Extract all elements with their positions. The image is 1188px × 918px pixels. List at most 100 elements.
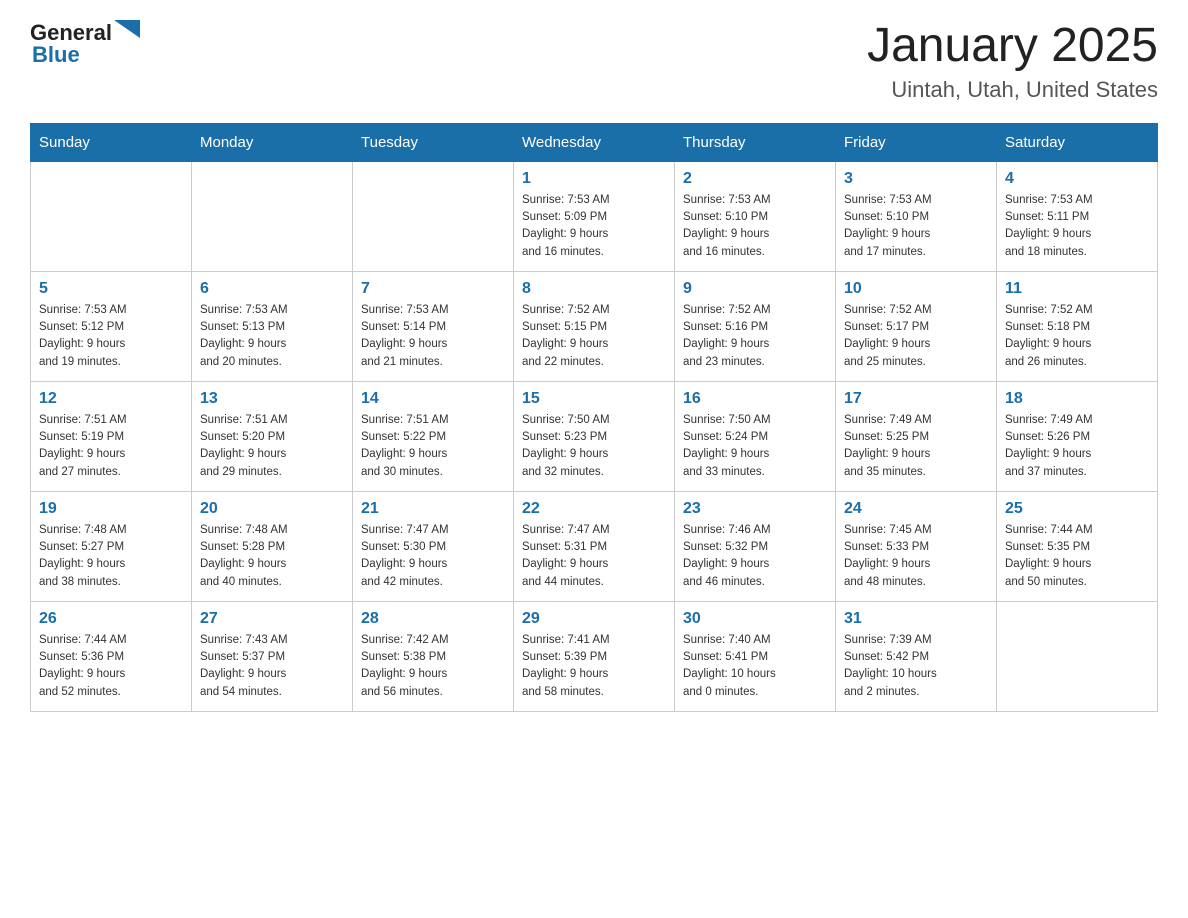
day-info: Sunrise: 7:44 AM Sunset: 5:35 PM Dayligh… <box>1005 522 1149 591</box>
calendar-cell: 2 Sunrise: 7:53 AM Sunset: 5:10 PM Daylig… <box>675 161 836 271</box>
week-row-5: 26 Sunrise: 7:44 AM Sunset: 5:36 PM Dayli… <box>31 601 1158 711</box>
day-info: Sunrise: 7:41 AM Sunset: 5:39 PM Dayligh… <box>522 632 666 701</box>
calendar-cell: 28Sunrise: 7:42 AM Sunset: 5:38 PM Dayli… <box>353 601 514 711</box>
day-number: 10 <box>844 280 988 298</box>
calendar-cell: 16 Sunrise: 7:50 AM Sunset: 5:24 PM Dayli… <box>675 381 836 491</box>
day-number: 22 <box>522 500 666 518</box>
calendar-cell: 9 Sunrise: 7:52 AM Sunset: 5:16 PM Daylig… <box>675 271 836 381</box>
day-info: Sunrise: 7:49 AM Sunset: 5:25 PM Dayligh… <box>844 412 988 481</box>
calendar-cell: 7 Sunrise: 7:53 AM Sunset: 5:14 PM Daylig… <box>353 271 514 381</box>
weekday-header-row: SundayMondayTuesdayWednesdayThursdayFrid… <box>31 123 1158 161</box>
week-row-2: 5 Sunrise: 7:53 AM Sunset: 5:12 PM Daylig… <box>31 271 1158 381</box>
day-info: Sunrise: 7:53 AM Sunset: 5:10 PM Dayligh… <box>844 192 988 261</box>
day-info: Sunrise: 7:39 AM Sunset: 5:42 PM Dayligh… <box>844 632 988 701</box>
logo-blue: Blue <box>32 42 80 68</box>
calendar-title: January 2025 <box>867 20 1158 73</box>
calendar-cell: 6 Sunrise: 7:53 AM Sunset: 5:13 PM Daylig… <box>192 271 353 381</box>
calendar-cell: 5 Sunrise: 7:53 AM Sunset: 5:12 PM Daylig… <box>31 271 192 381</box>
week-row-1: 1Sunrise: 7:53 AM Sunset: 5:09 PM Daylig… <box>31 161 1158 271</box>
day-number: 27 <box>200 610 344 628</box>
calendar-cell: 22 Sunrise: 7:47 AM Sunset: 5:31 PM Dayli… <box>514 491 675 601</box>
logo: General Blue <box>30 20 140 68</box>
day-number: 15 <box>522 390 666 408</box>
day-number: 2 <box>683 170 827 188</box>
calendar-cell: 30 Sunrise: 7:40 AM Sunset: 5:41 PM Dayli… <box>675 601 836 711</box>
page-header: General Blue January 2025 Uintah, Utah, … <box>30 20 1158 103</box>
day-info: Sunrise: 7:46 AM Sunset: 5:32 PM Dayligh… <box>683 522 827 591</box>
calendar-subtitle: Uintah, Utah, United States <box>867 77 1158 103</box>
day-number: 16 <box>683 390 827 408</box>
day-number: 17 <box>844 390 988 408</box>
day-info: Sunrise: 7:49 AM Sunset: 5:26 PM Dayligh… <box>1005 412 1149 481</box>
day-number: 29 <box>522 610 666 628</box>
day-number: 4 <box>1005 170 1149 188</box>
day-info: Sunrise: 7:52 AM Sunset: 5:18 PM Dayligh… <box>1005 302 1149 371</box>
day-info: Sunrise: 7:52 AM Sunset: 5:16 PM Dayligh… <box>683 302 827 371</box>
calendar-cell: 11Sunrise: 7:52 AM Sunset: 5:18 PM Dayli… <box>997 271 1158 381</box>
day-info: Sunrise: 7:50 AM Sunset: 5:23 PM Dayligh… <box>522 412 666 481</box>
day-info: Sunrise: 7:53 AM Sunset: 5:14 PM Dayligh… <box>361 302 505 371</box>
day-info: Sunrise: 7:47 AM Sunset: 5:30 PM Dayligh… <box>361 522 505 591</box>
calendar-cell: 27 Sunrise: 7:43 AM Sunset: 5:37 PM Dayli… <box>192 601 353 711</box>
day-number: 14 <box>361 390 505 408</box>
day-number: 25 <box>1005 500 1149 518</box>
calendar-cell: 10 Sunrise: 7:52 AM Sunset: 5:17 PM Dayli… <box>836 271 997 381</box>
weekday-header-friday: Friday <box>836 123 997 161</box>
day-info: Sunrise: 7:44 AM Sunset: 5:36 PM Dayligh… <box>39 632 183 701</box>
day-info: Sunrise: 7:53 AM Sunset: 5:10 PM Dayligh… <box>683 192 827 261</box>
calendar-cell: 4Sunrise: 7:53 AM Sunset: 5:11 PM Daylig… <box>997 161 1158 271</box>
day-number: 5 <box>39 280 183 298</box>
calendar-cell: 15 Sunrise: 7:50 AM Sunset: 5:23 PM Dayli… <box>514 381 675 491</box>
day-number: 26 <box>39 610 183 628</box>
calendar-table: SundayMondayTuesdayWednesdayThursdayFrid… <box>30 123 1158 712</box>
day-number: 7 <box>361 280 505 298</box>
day-number: 9 <box>683 280 827 298</box>
weekday-header-saturday: Saturday <box>997 123 1158 161</box>
weekday-header-thursday: Thursday <box>675 123 836 161</box>
calendar-cell: 25 Sunrise: 7:44 AM Sunset: 5:35 PM Dayli… <box>997 491 1158 601</box>
day-info: Sunrise: 7:51 AM Sunset: 5:22 PM Dayligh… <box>361 412 505 481</box>
day-number: 12 <box>39 390 183 408</box>
day-info: Sunrise: 7:53 AM Sunset: 5:13 PM Dayligh… <box>200 302 344 371</box>
day-info: Sunrise: 7:45 AM Sunset: 5:33 PM Dayligh… <box>844 522 988 591</box>
day-number: 21 <box>361 500 505 518</box>
day-number: 6 <box>200 280 344 298</box>
day-info: Sunrise: 7:40 AM Sunset: 5:41 PM Dayligh… <box>683 632 827 701</box>
calendar-cell: 31 Sunrise: 7:39 AM Sunset: 5:42 PM Dayli… <box>836 601 997 711</box>
calendar-cell: 24 Sunrise: 7:45 AM Sunset: 5:33 PM Dayli… <box>836 491 997 601</box>
day-number: 24 <box>844 500 988 518</box>
day-info: Sunrise: 7:53 AM Sunset: 5:09 PM Dayligh… <box>522 192 666 261</box>
calendar-cell <box>31 161 192 271</box>
logo-icon <box>114 20 140 46</box>
day-number: 8 <box>522 280 666 298</box>
calendar-cell <box>997 601 1158 711</box>
day-info: Sunrise: 7:52 AM Sunset: 5:15 PM Dayligh… <box>522 302 666 371</box>
calendar-cell: 29 Sunrise: 7:41 AM Sunset: 5:39 PM Dayli… <box>514 601 675 711</box>
day-info: Sunrise: 7:48 AM Sunset: 5:27 PM Dayligh… <box>39 522 183 591</box>
week-row-3: 12 Sunrise: 7:51 AM Sunset: 5:19 PM Dayli… <box>31 381 1158 491</box>
day-info: Sunrise: 7:47 AM Sunset: 5:31 PM Dayligh… <box>522 522 666 591</box>
day-info: Sunrise: 7:52 AM Sunset: 5:17 PM Dayligh… <box>844 302 988 371</box>
day-number: 19 <box>39 500 183 518</box>
calendar-cell: 3 Sunrise: 7:53 AM Sunset: 5:10 PM Daylig… <box>836 161 997 271</box>
day-number: 31 <box>844 610 988 628</box>
day-number: 20 <box>200 500 344 518</box>
calendar-cell <box>353 161 514 271</box>
calendar-cell: 8 Sunrise: 7:52 AM Sunset: 5:15 PM Daylig… <box>514 271 675 381</box>
day-info: Sunrise: 7:43 AM Sunset: 5:37 PM Dayligh… <box>200 632 344 701</box>
weekday-header-wednesday: Wednesday <box>514 123 675 161</box>
day-info: Sunrise: 7:50 AM Sunset: 5:24 PM Dayligh… <box>683 412 827 481</box>
day-number: 13 <box>200 390 344 408</box>
day-info: Sunrise: 7:48 AM Sunset: 5:28 PM Dayligh… <box>200 522 344 591</box>
day-info: Sunrise: 7:51 AM Sunset: 5:19 PM Dayligh… <box>39 412 183 481</box>
day-number: 18 <box>1005 390 1149 408</box>
day-info: Sunrise: 7:51 AM Sunset: 5:20 PM Dayligh… <box>200 412 344 481</box>
calendar-cell: 17 Sunrise: 7:49 AM Sunset: 5:25 PM Dayli… <box>836 381 997 491</box>
day-number: 30 <box>683 610 827 628</box>
calendar-cell <box>192 161 353 271</box>
day-info: Sunrise: 7:53 AM Sunset: 5:12 PM Dayligh… <box>39 302 183 371</box>
calendar-cell: 23Sunrise: 7:46 AM Sunset: 5:32 PM Dayli… <box>675 491 836 601</box>
day-number: 3 <box>844 170 988 188</box>
calendar-cell: 14 Sunrise: 7:51 AM Sunset: 5:22 PM Dayli… <box>353 381 514 491</box>
day-info: Sunrise: 7:42 AM Sunset: 5:38 PM Dayligh… <box>361 632 505 701</box>
